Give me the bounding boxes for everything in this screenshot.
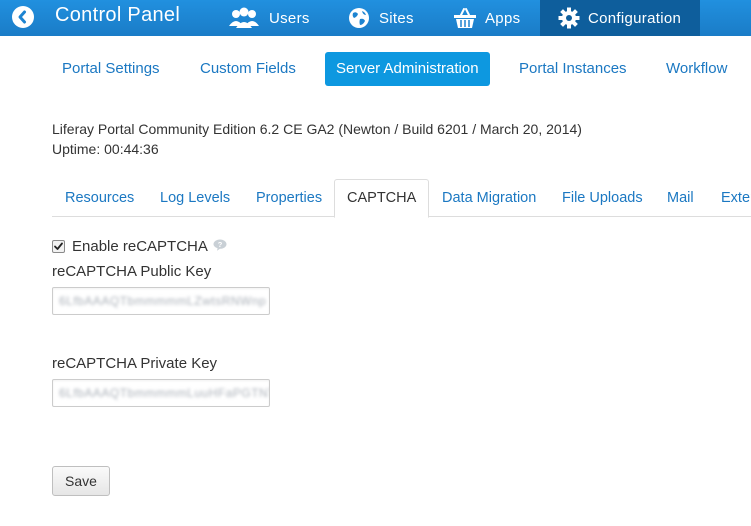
save-button[interactable]: Save [52, 466, 110, 496]
enable-recaptcha-checkbox[interactable] [52, 240, 65, 253]
control-panel-topbar: Control Panel Users Sites Apps Configura… [0, 0, 751, 36]
uptime-text: Uptime: 00:44:36 [52, 141, 159, 157]
tab-file-uploads[interactable]: File Uploads [562, 180, 643, 216]
users-icon [227, 6, 261, 30]
tab-data-migration[interactable]: Data Migration [442, 180, 536, 216]
public-key-label: reCAPTCHA Public Key [52, 263, 212, 280]
basket-icon [453, 6, 477, 30]
nav-workflow[interactable]: Workflow [655, 52, 738, 86]
nav-sites[interactable]: Sites [347, 0, 414, 36]
nav-custom-fields[interactable]: Custom Fields [189, 52, 307, 86]
tab-mail[interactable]: Mail [667, 180, 694, 216]
tab-properties[interactable]: Properties [256, 180, 322, 216]
page-title: Control Panel [55, 4, 181, 26]
back-arrow-icon[interactable] [12, 6, 34, 28]
tab-resources[interactable]: Resources [65, 180, 134, 216]
nav-portal-instances[interactable]: Portal Instances [508, 52, 638, 86]
nav-users-label: Users [269, 9, 310, 27]
private-key-value: 6LfbAAAQTbmmmmmLuuHFaPGTNTR [59, 386, 270, 400]
portal-version-text: Liferay Portal Community Edition 6.2 CE … [52, 121, 582, 137]
private-key-label: reCAPTCHA Private Key [52, 355, 218, 372]
tab-log-levels[interactable]: Log Levels [160, 180, 230, 216]
public-key-input[interactable]: 6LfbAAAQTbmmmmmLZwtsRNWnp [52, 287, 270, 315]
tab-external-services-clip: External Services [721, 180, 751, 216]
enable-recaptcha-label: Enable reCAPTCHA [72, 238, 208, 255]
help-icon[interactable]: ? [213, 238, 227, 251]
nav-server-administration[interactable]: Server Administration [325, 52, 490, 86]
nav-apps-label: Apps [485, 9, 521, 27]
svg-text:?: ? [218, 240, 223, 249]
public-key-value: 6LfbAAAQTbmmmmmLZwtsRNWnp [59, 294, 267, 308]
nav-sites-label: Sites [379, 9, 414, 27]
nav-configuration[interactable]: Configuration [540, 0, 700, 36]
nav-portal-settings[interactable]: Portal Settings [51, 52, 171, 86]
tab-external-services[interactable]: External Services [721, 180, 751, 216]
private-key-input[interactable]: 6LfbAAAQTbmmmmmLuuHFaPGTNTR [52, 379, 270, 407]
nav-apps[interactable]: Apps [453, 0, 520, 36]
globe-icon [347, 6, 371, 30]
tab-captcha[interactable]: CAPTCHA [334, 179, 430, 218]
gear-icon [558, 7, 580, 29]
nav-configuration-label: Configuration [588, 9, 682, 27]
nav-users[interactable]: Users [227, 0, 310, 36]
